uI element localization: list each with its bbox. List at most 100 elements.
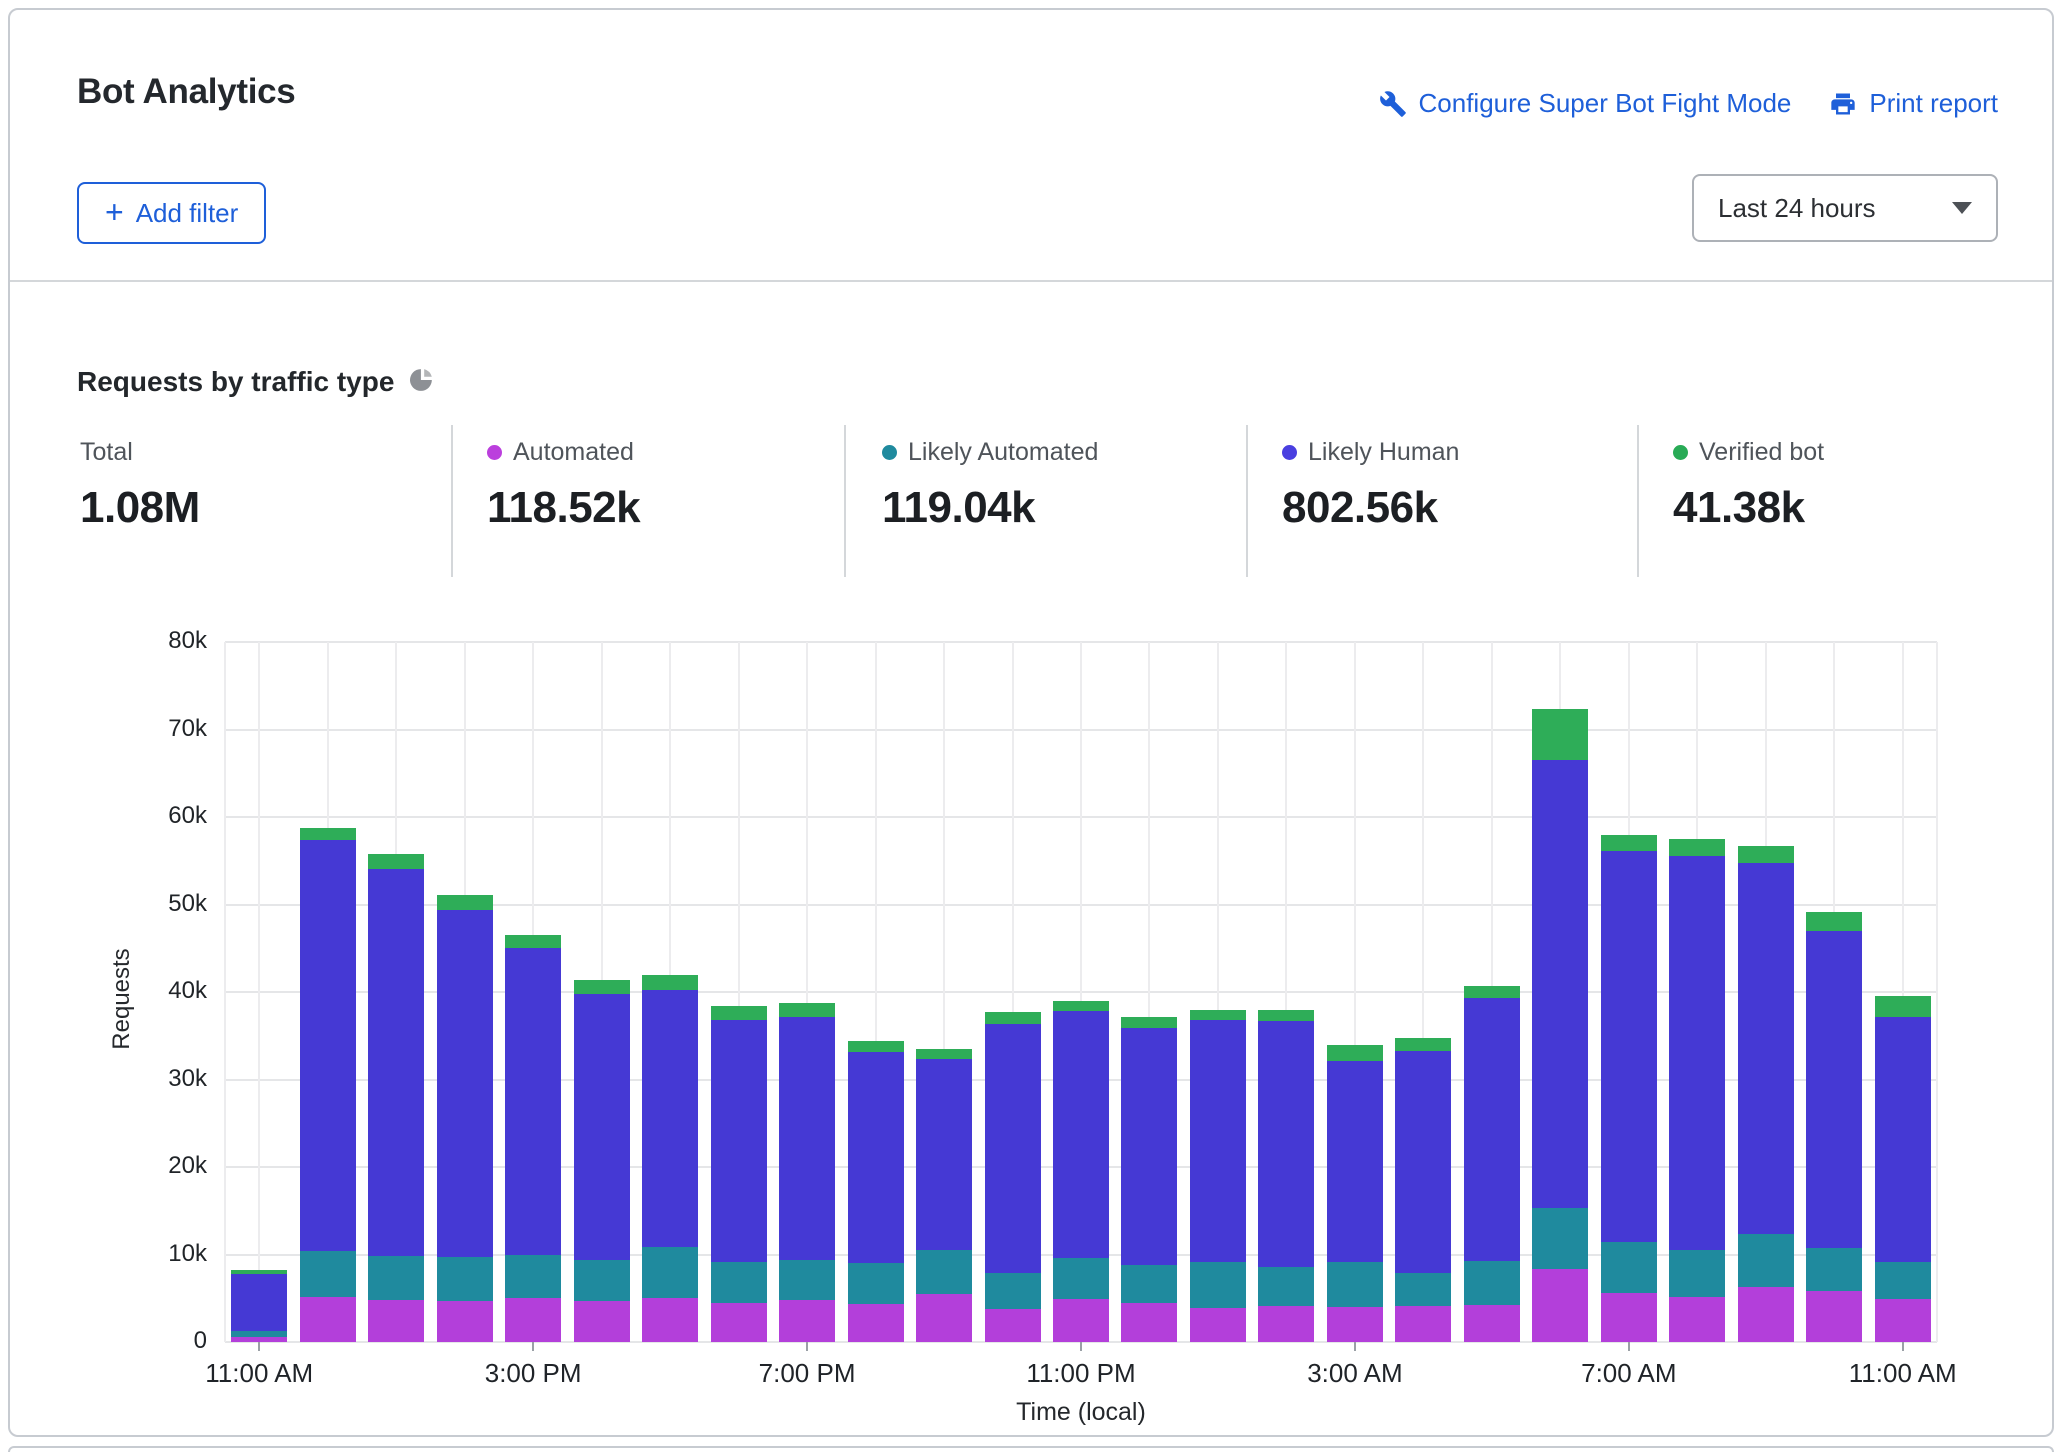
bar-segment-likely-automated[interactable] [848, 1263, 904, 1303]
bar-segment-likely-human[interactable] [1464, 998, 1520, 1261]
bar-segment-likely-human[interactable] [642, 990, 698, 1246]
bar-segment-verified-bot[interactable] [505, 935, 561, 948]
bar-segment-verified-bot[interactable] [437, 895, 493, 910]
bar-segment-likely-automated[interactable] [1327, 1262, 1383, 1307]
bar-segment-verified-bot[interactable] [642, 975, 698, 990]
bar-segment-automated[interactable] [916, 1294, 972, 1342]
bar-segment-automated[interactable] [368, 1300, 424, 1342]
bar-segment-automated[interactable] [1875, 1299, 1931, 1342]
time-range-dropdown[interactable]: Last 24 hours [1692, 174, 1998, 242]
add-filter-button[interactable]: + Add filter [77, 182, 266, 244]
bar-segment-likely-automated[interactable] [1053, 1258, 1109, 1299]
bar-segment-likely-human[interactable] [779, 1017, 835, 1259]
bar-segment-automated[interactable] [1258, 1306, 1314, 1342]
bar-segment-verified-bot[interactable] [1395, 1038, 1451, 1050]
bar-segment-likely-human[interactable] [1395, 1051, 1451, 1273]
bar-segment-likely-human[interactable] [1875, 1017, 1931, 1262]
bar-segment-automated[interactable] [848, 1304, 904, 1343]
bar-segment-verified-bot[interactable] [1532, 709, 1588, 761]
bar-segment-automated[interactable] [505, 1298, 561, 1342]
bar-segment-likely-human[interactable] [1053, 1011, 1109, 1258]
bar-segment-likely-human[interactable] [1669, 856, 1725, 1250]
bar-segment-likely-human[interactable] [1258, 1021, 1314, 1267]
bar-segment-verified-bot[interactable] [1327, 1045, 1383, 1062]
bar-segment-likely-automated[interactable] [1532, 1208, 1588, 1268]
bar-segment-verified-bot[interactable] [779, 1003, 835, 1017]
bar-segment-likely-automated[interactable] [505, 1255, 561, 1299]
bar-segment-automated[interactable] [1190, 1308, 1246, 1342]
bar-segment-likely-automated[interactable] [1190, 1262, 1246, 1308]
bar-segment-automated[interactable] [574, 1301, 630, 1342]
bar-segment-automated[interactable] [1532, 1269, 1588, 1343]
bar-segment-verified-bot[interactable] [916, 1049, 972, 1060]
bar-segment-likely-human[interactable] [574, 994, 630, 1260]
bar-segment-likely-human[interactable] [300, 840, 356, 1251]
bar-segment-automated[interactable] [1601, 1293, 1657, 1342]
bar-segment-verified-bot[interactable] [985, 1012, 1041, 1023]
bar-segment-verified-bot[interactable] [1738, 846, 1794, 864]
bar-segment-likely-automated[interactable] [1875, 1262, 1931, 1299]
bar-segment-verified-bot[interactable] [574, 980, 630, 994]
bar-segment-likely-automated[interactable] [985, 1273, 1041, 1309]
bar-segment-automated[interactable] [1669, 1297, 1725, 1343]
bar-segment-likely-automated[interactable] [1669, 1250, 1725, 1296]
bar-segment-likely-human[interactable] [916, 1059, 972, 1250]
bar-segment-verified-bot[interactable] [1190, 1010, 1246, 1021]
bar-segment-likely-human[interactable] [985, 1024, 1041, 1273]
bar-segment-verified-bot[interactable] [1806, 912, 1862, 930]
configure-super-bot-fight-mode-link[interactable]: Configure Super Bot Fight Mode [1379, 88, 1792, 119]
bar-segment-verified-bot[interactable] [1669, 839, 1725, 857]
bar-segment-automated[interactable] [1121, 1303, 1177, 1342]
bar-segment-likely-automated[interactable] [437, 1257, 493, 1301]
bar-segment-automated[interactable] [1738, 1287, 1794, 1342]
bar-segment-verified-bot[interactable] [1875, 996, 1931, 1018]
bar-segment-likely-human[interactable] [437, 910, 493, 1257]
bar-segment-likely-automated[interactable] [711, 1262, 767, 1303]
bar-segment-likely-automated[interactable] [231, 1331, 287, 1337]
bar-segment-likely-automated[interactable] [916, 1250, 972, 1294]
bar-segment-likely-human[interactable] [1532, 760, 1588, 1208]
bar-segment-automated[interactable] [779, 1300, 835, 1342]
bar-segment-likely-automated[interactable] [1806, 1248, 1862, 1292]
bar-segment-automated[interactable] [642, 1298, 698, 1342]
bar-segment-automated[interactable] [300, 1297, 356, 1343]
bar-segment-automated[interactable] [437, 1301, 493, 1342]
bar-segment-automated[interactable] [1327, 1307, 1383, 1342]
bar-segment-automated[interactable] [1395, 1306, 1451, 1342]
bar-segment-automated[interactable] [1464, 1305, 1520, 1342]
bar-segment-likely-automated[interactable] [1601, 1242, 1657, 1293]
bar-segment-likely-human[interactable] [848, 1052, 904, 1263]
bar-segment-automated[interactable] [1806, 1291, 1862, 1342]
bar-segment-likely-automated[interactable] [368, 1256, 424, 1300]
bar-segment-verified-bot[interactable] [300, 828, 356, 839]
bar-segment-automated[interactable] [711, 1303, 767, 1342]
bar-segment-verified-bot[interactable] [711, 1006, 767, 1020]
bar-segment-automated[interactable] [1053, 1299, 1109, 1342]
bar-segment-likely-human[interactable] [231, 1274, 287, 1331]
print-report-link[interactable]: Print report [1829, 88, 1998, 119]
bar-segment-likely-automated[interactable] [1258, 1267, 1314, 1306]
bar-segment-likely-automated[interactable] [1464, 1261, 1520, 1306]
bar-segment-verified-bot[interactable] [1258, 1010, 1314, 1021]
bar-segment-likely-automated[interactable] [574, 1260, 630, 1301]
bar-segment-likely-human[interactable] [1806, 931, 1862, 1248]
bar-segment-likely-automated[interactable] [1121, 1265, 1177, 1303]
bar-segment-automated[interactable] [985, 1309, 1041, 1342]
bar-segment-verified-bot[interactable] [231, 1270, 287, 1274]
bar-segment-likely-human[interactable] [1601, 851, 1657, 1242]
bar-segment-verified-bot[interactable] [368, 854, 424, 869]
bar-segment-likely-automated[interactable] [642, 1247, 698, 1299]
bar-segment-likely-human[interactable] [1738, 863, 1794, 1234]
bar-segment-verified-bot[interactable] [848, 1041, 904, 1052]
bar-segment-verified-bot[interactable] [1601, 835, 1657, 852]
bar-segment-likely-human[interactable] [711, 1020, 767, 1262]
bar-segment-likely-human[interactable] [505, 948, 561, 1254]
bar-segment-verified-bot[interactable] [1464, 986, 1520, 998]
bar-segment-likely-automated[interactable] [1395, 1273, 1451, 1306]
bar-segment-verified-bot[interactable] [1053, 1001, 1109, 1012]
bar-segment-likely-automated[interactable] [1738, 1234, 1794, 1287]
bar-segment-likely-automated[interactable] [300, 1251, 356, 1297]
bar-segment-likely-automated[interactable] [779, 1260, 835, 1300]
bar-segment-verified-bot[interactable] [1121, 1017, 1177, 1028]
bar-segment-likely-human[interactable] [1327, 1061, 1383, 1262]
